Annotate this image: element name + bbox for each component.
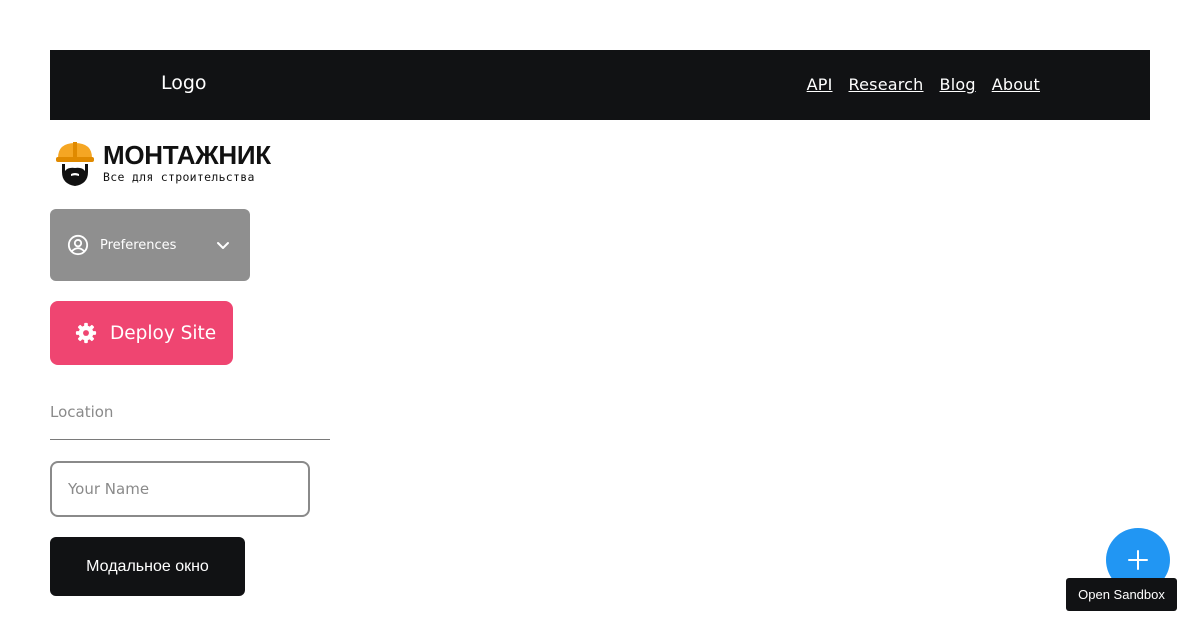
location-input[interactable] — [50, 400, 330, 440]
brand-name: МОНТАЖНИК — [103, 140, 271, 170]
nav-link-about[interactable]: About — [992, 75, 1040, 94]
top-navbar: Logo API Research Blog About — [50, 50, 1150, 120]
deploy-site-label: Deploy Site — [110, 322, 217, 344]
gear-icon — [75, 322, 97, 344]
nav-link-blog[interactable]: Blog — [940, 75, 976, 94]
preferences-dropdown[interactable]: Preferences — [50, 209, 250, 281]
your-name-input[interactable] — [50, 461, 310, 517]
brand-tagline: Все для строительства — [103, 170, 255, 184]
nav-link-api[interactable]: API — [807, 75, 833, 94]
modal-window-button[interactable]: Модальное окно — [50, 537, 245, 596]
builder-hardhat-icon — [56, 142, 94, 186]
nav-logo[interactable]: Logo — [161, 72, 207, 94]
deploy-site-button[interactable]: Deploy Site — [50, 301, 233, 365]
plus-icon — [1128, 550, 1148, 570]
nav-link-research[interactable]: Research — [849, 75, 924, 94]
user-circle-icon — [67, 234, 89, 256]
nav-links: API Research Blog About — [807, 75, 1040, 94]
brand-logo: МОНТАЖНИК Все для строительства — [55, 140, 271, 188]
preferences-label: Preferences — [100, 237, 177, 253]
chevron-down-icon — [217, 242, 229, 249]
open-sandbox-tooltip: Open Sandbox — [1066, 578, 1177, 611]
